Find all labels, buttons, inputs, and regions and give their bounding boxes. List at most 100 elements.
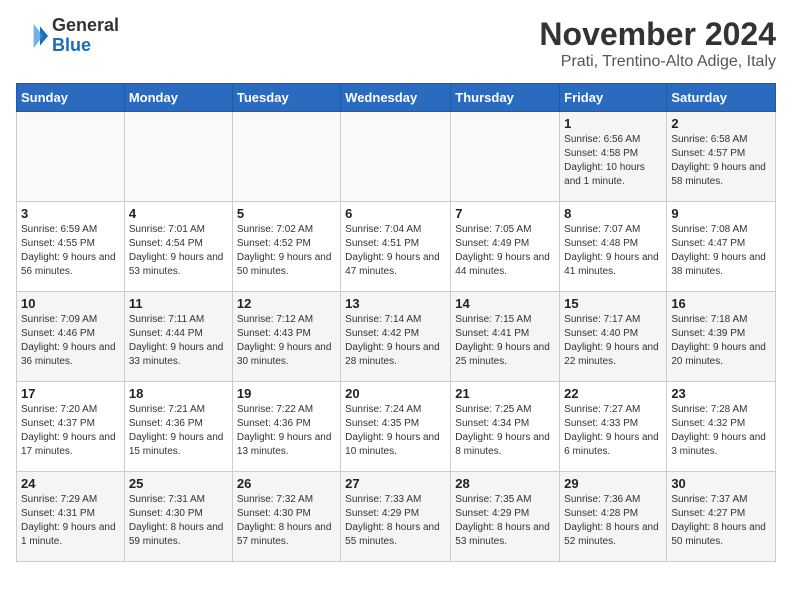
day-info: Sunrise: 7:27 AM Sunset: 4:33 PM Dayligh… [564,403,662,459]
day-info: Sunrise: 7:08 AM Sunset: 4:47 PM Dayligh… [671,223,771,279]
day-number: 28 [455,476,555,491]
calendar-table: SundayMondayTuesdayWednesdayThursdayFrid… [16,83,776,562]
calendar-cell: 22 Sunrise: 7:27 AM Sunset: 4:33 PM Dayli… [560,382,667,472]
day-info: Sunrise: 7:17 AM Sunset: 4:40 PM Dayligh… [564,313,662,369]
day-number: 23 [671,386,771,401]
calendar-cell: 9 Sunrise: 7:08 AM Sunset: 4:47 PM Daylig… [667,202,776,292]
day-number: 8 [564,206,662,221]
day-number: 20 [345,386,446,401]
day-number: 9 [671,206,771,221]
day-info: Sunrise: 7:22 AM Sunset: 4:36 PM Dayligh… [237,403,336,459]
day-number: 13 [345,296,446,311]
day-number: 16 [671,296,771,311]
calendar-cell: 28Sunrise: 7:35 AM Sunset: 4:29 PM Dayli… [451,472,560,562]
calendar-cell: 24 Sunrise: 7:29 AM Sunset: 4:31 PM Dayli… [17,472,125,562]
day-number: 3 [21,206,120,221]
day-info: Sunrise: 7:36 AM Sunset: 4:28 PM Dayligh… [564,493,662,549]
day-number: 2 [671,116,771,131]
day-number: 7 [455,206,555,221]
calendar-cell: 17 Sunrise: 7:20 AM Sunset: 4:37 PM Dayli… [17,382,125,472]
day-number: 14 [455,296,555,311]
day-number: 21 [455,386,555,401]
day-number: 11 [129,296,228,311]
calendar-week-row: 3 Sunrise: 6:59 AM Sunset: 4:55 PM Daylig… [17,202,776,292]
logo-general: General [52,15,119,35]
calendar-cell: 27Sunrise: 7:33 AM Sunset: 4:29 PM Dayli… [341,472,451,562]
logo-text: General Blue [52,16,119,56]
day-info: Sunrise: 7:07 AM Sunset: 4:48 PM Dayligh… [564,223,662,279]
calendar-cell: 30Sunrise: 7:37 AM Sunset: 4:27 PM Dayli… [667,472,776,562]
calendar-cell: 21 Sunrise: 7:25 AM Sunset: 4:34 PM Dayli… [451,382,560,472]
day-info: Sunrise: 7:09 AM Sunset: 4:46 PM Dayligh… [21,313,120,369]
title-area: November 2024 Prati, Trentino-Alto Adige… [539,16,776,71]
calendar-cell: 6 Sunrise: 7:04 AM Sunset: 4:51 PM Daylig… [341,202,451,292]
calendar-cell: 11 Sunrise: 7:11 AM Sunset: 4:44 PM Dayli… [124,292,232,382]
day-info: Sunrise: 7:31 AM Sunset: 4:30 PM Dayligh… [129,493,228,549]
calendar-cell [341,112,451,202]
calendar-cell [124,112,232,202]
day-number: 26 [237,476,336,491]
calendar-cell: 4 Sunrise: 7:01 AM Sunset: 4:54 PM Daylig… [124,202,232,292]
calendar-cell: 20 Sunrise: 7:24 AM Sunset: 4:35 PM Dayli… [341,382,451,472]
logo-blue: Blue [52,35,91,55]
day-info: Sunrise: 7:28 AM Sunset: 4:32 PM Dayligh… [671,403,771,459]
day-info: Sunrise: 7:29 AM Sunset: 4:31 PM Dayligh… [21,493,120,549]
day-info: Sunrise: 7:01 AM Sunset: 4:54 PM Dayligh… [129,223,228,279]
calendar-cell: 23 Sunrise: 7:28 AM Sunset: 4:32 PM Dayli… [667,382,776,472]
day-number: 24 [21,476,120,491]
weekday-header-row: SundayMondayTuesdayWednesdayThursdayFrid… [17,84,776,112]
day-info: Sunrise: 6:58 AM Sunset: 4:57 PM Dayligh… [671,133,771,189]
day-info: Sunrise: 7:20 AM Sunset: 4:37 PM Dayligh… [21,403,120,459]
day-info: Sunrise: 7:12 AM Sunset: 4:43 PM Dayligh… [237,313,336,369]
day-info: Sunrise: 7:04 AM Sunset: 4:51 PM Dayligh… [345,223,446,279]
weekday-header: Wednesday [341,84,451,112]
day-number: 15 [564,296,662,311]
page-header: General Blue November 2024 Prati, Trenti… [16,16,776,71]
calendar-cell: 14 Sunrise: 7:15 AM Sunset: 4:41 PM Dayli… [451,292,560,382]
calendar-cell: 7 Sunrise: 7:05 AM Sunset: 4:49 PM Daylig… [451,202,560,292]
day-info: Sunrise: 7:18 AM Sunset: 4:39 PM Dayligh… [671,313,771,369]
calendar-cell [451,112,560,202]
day-number: 12 [237,296,336,311]
day-number: 22 [564,386,662,401]
calendar-cell [17,112,125,202]
calendar-week-row: 10Sunrise: 7:09 AM Sunset: 4:46 PM Dayli… [17,292,776,382]
day-info: Sunrise: 7:02 AM Sunset: 4:52 PM Dayligh… [237,223,336,279]
day-number: 4 [129,206,228,221]
calendar-cell: 12 Sunrise: 7:12 AM Sunset: 4:43 PM Dayli… [232,292,340,382]
day-number: 6 [345,206,446,221]
day-number: 19 [237,386,336,401]
calendar-cell: 13 Sunrise: 7:14 AM Sunset: 4:42 PM Dayli… [341,292,451,382]
day-number: 29 [564,476,662,491]
calendar-cell: 29 Sunrise: 7:36 AM Sunset: 4:28 PM Dayli… [560,472,667,562]
day-info: Sunrise: 7:24 AM Sunset: 4:35 PM Dayligh… [345,403,446,459]
calendar-cell: 2 Sunrise: 6:58 AM Sunset: 4:57 PM Daylig… [667,112,776,202]
calendar-cell: 8 Sunrise: 7:07 AM Sunset: 4:48 PM Daylig… [560,202,667,292]
day-number: 5 [237,206,336,221]
calendar-week-row: 24 Sunrise: 7:29 AM Sunset: 4:31 PM Dayli… [17,472,776,562]
day-info: Sunrise: 7:21 AM Sunset: 4:36 PM Dayligh… [129,403,228,459]
logo-icon [16,20,48,52]
day-info: Sunrise: 6:59 AM Sunset: 4:55 PM Dayligh… [21,223,120,279]
month-title: November 2024 [539,16,776,53]
calendar-cell: 3 Sunrise: 6:59 AM Sunset: 4:55 PM Daylig… [17,202,125,292]
location-title: Prati, Trentino-Alto Adige, Italy [539,53,776,71]
day-number: 18 [129,386,228,401]
weekday-header: Thursday [451,84,560,112]
weekday-header: Friday [560,84,667,112]
day-info: Sunrise: 7:11 AM Sunset: 4:44 PM Dayligh… [129,313,228,369]
calendar-cell: 5 Sunrise: 7:02 AM Sunset: 4:52 PM Daylig… [232,202,340,292]
day-info: Sunrise: 7:25 AM Sunset: 4:34 PM Dayligh… [455,403,555,459]
calendar-cell: 19 Sunrise: 7:22 AM Sunset: 4:36 PM Dayli… [232,382,340,472]
day-info: Sunrise: 7:33 AM Sunset: 4:29 PM Dayligh… [345,493,446,549]
day-info: Sunrise: 7:14 AM Sunset: 4:42 PM Dayligh… [345,313,446,369]
day-number: 17 [21,386,120,401]
day-info: Sunrise: 7:15 AM Sunset: 4:41 PM Dayligh… [455,313,555,369]
weekday-header: Saturday [667,84,776,112]
day-info: Sunrise: 7:05 AM Sunset: 4:49 PM Dayligh… [455,223,555,279]
day-info: Sunrise: 7:32 AM Sunset: 4:30 PM Dayligh… [237,493,336,549]
calendar-cell: 26 Sunrise: 7:32 AM Sunset: 4:30 PM Dayli… [232,472,340,562]
weekday-header: Monday [124,84,232,112]
calendar-cell: 15 Sunrise: 7:17 AM Sunset: 4:40 PM Dayli… [560,292,667,382]
calendar-cell: 18 Sunrise: 7:21 AM Sunset: 4:36 PM Dayli… [124,382,232,472]
